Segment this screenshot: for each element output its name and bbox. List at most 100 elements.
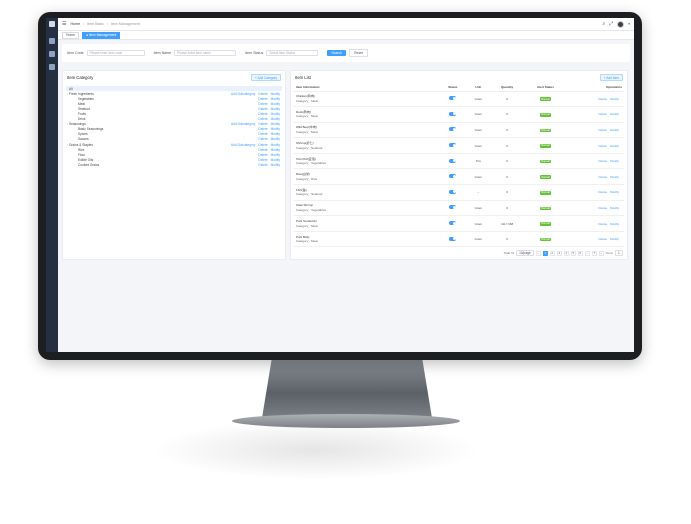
caret-right-icon[interactable]: › <box>67 143 68 147</box>
modify-link[interactable]: Modify <box>610 112 619 116</box>
page-button[interactable]: ‹ <box>535 250 541 256</box>
add-subcategory-link[interactable]: Add Subcategory <box>231 92 255 96</box>
modify-link[interactable]: Modify <box>271 92 280 96</box>
delete-link[interactable]: Delete <box>598 175 607 179</box>
modify-link[interactable]: Modify <box>271 112 280 116</box>
operations-cell: Delete Modify <box>567 137 624 154</box>
modify-link[interactable]: Modify <box>271 127 280 131</box>
fullscreen-icon[interactable]: ⤢ <box>609 21 613 27</box>
delete-link[interactable]: Delete <box>598 112 607 116</box>
modify-link[interactable]: Modify <box>271 148 280 152</box>
modify-link[interactable]: Modify <box>271 163 280 167</box>
items-nav-icon[interactable] <box>49 64 55 70</box>
status-toggle[interactable] <box>449 127 457 132</box>
goto-label: Go to <box>605 251 613 255</box>
avatar[interactable] <box>617 20 625 28</box>
delete-link[interactable]: Delete <box>598 206 607 210</box>
delete-link[interactable]: Delete <box>258 117 267 121</box>
page-button[interactable]: 5 <box>570 250 576 256</box>
delete-link[interactable]: Delete <box>258 97 267 101</box>
reset-button[interactable]: Reset <box>349 49 368 57</box>
modify-link[interactable]: Modify <box>610 128 619 132</box>
modify-link[interactable]: Modify <box>271 158 280 162</box>
delete-link[interactable]: Delete <box>598 222 607 226</box>
menu-toggle-icon[interactable]: ☰ <box>62 21 66 27</box>
modify-link[interactable]: Modify <box>610 97 619 101</box>
page-button[interactable]: 3 <box>556 250 562 256</box>
tab-item-management[interactable]: ● Item Management <box>82 31 121 39</box>
item-name-input[interactable]: Please enter item name <box>174 50 237 56</box>
status-toggle[interactable] <box>449 158 457 163</box>
delete-link[interactable]: Delete <box>258 127 267 131</box>
breadcrumb-parent[interactable]: Item Basic <box>87 22 104 26</box>
caret-right-icon[interactable]: › <box>67 122 68 126</box>
add-category-button[interactable]: + Add Category <box>250 74 281 81</box>
page-button[interactable]: 4 <box>563 250 569 256</box>
delete-link[interactable]: Delete <box>598 159 607 163</box>
status-toggle[interactable] <box>449 174 457 179</box>
item-code-input[interactable]: Please enter item code <box>86 50 145 56</box>
search-icon[interactable]: ⌕ <box>602 21 605 27</box>
page-button[interactable]: ... <box>584 250 590 256</box>
modify-link[interactable]: Modify <box>610 159 619 163</box>
caret-right-icon[interactable]: › <box>67 92 68 96</box>
tree-node[interactable]: Cooked Grains Delete Modify <box>66 162 282 167</box>
tab-home[interactable]: Home <box>62 31 80 39</box>
page-button[interactable]: › <box>598 250 604 256</box>
modify-link[interactable]: Modify <box>610 175 619 179</box>
status-toggle[interactable] <box>449 96 457 101</box>
delete-link[interactable]: Delete <box>598 237 607 241</box>
delete-link[interactable]: Delete <box>258 153 267 157</box>
delete-link[interactable]: Delete <box>258 158 267 162</box>
home-nav-icon[interactable] <box>49 38 55 44</box>
page-button[interactable]: 6 <box>577 250 583 256</box>
search-button[interactable]: Search <box>327 50 347 56</box>
delete-link[interactable]: Delete <box>258 163 267 167</box>
add-subcategory-link[interactable]: Add Subcategory <box>231 122 255 126</box>
modify-link[interactable]: Modify <box>271 117 280 121</box>
modify-link[interactable]: Modify <box>610 222 619 226</box>
breadcrumb-home[interactable]: Home <box>70 22 80 26</box>
status-toggle[interactable] <box>449 221 457 226</box>
delete-link[interactable]: Delete <box>258 112 267 116</box>
delete-link[interactable]: Delete <box>258 122 267 126</box>
status-toggle[interactable] <box>449 189 457 194</box>
modify-link[interactable]: Modify <box>610 206 619 210</box>
delete-link[interactable]: Delete <box>258 132 267 136</box>
modify-link[interactable]: Modify <box>271 102 280 106</box>
delete-link[interactable]: Delete <box>598 128 607 132</box>
delete-link[interactable]: Delete <box>258 137 267 141</box>
delete-link[interactable]: Delete <box>598 97 607 101</box>
modify-link[interactable]: Modify <box>271 143 280 147</box>
modify-link[interactable]: Modify <box>271 153 280 157</box>
page-button[interactable]: 2 <box>549 250 555 256</box>
goto-input[interactable]: 1 <box>615 250 623 256</box>
modify-link[interactable]: Modify <box>271 122 280 126</box>
delete-link[interactable]: Delete <box>258 143 267 147</box>
settings-nav-icon[interactable] <box>49 51 55 57</box>
delete-link[interactable]: Delete <box>258 92 267 96</box>
chevron-down-icon[interactable]: ▾ <box>628 22 630 26</box>
status-toggle[interactable] <box>449 236 457 241</box>
delete-link[interactable]: Delete <box>598 190 607 194</box>
status-toggle[interactable] <box>449 143 457 148</box>
page-button[interactable]: 7 <box>591 250 597 256</box>
modify-link[interactable]: Modify <box>271 97 280 101</box>
modify-link[interactable]: Modify <box>271 107 280 111</box>
modify-link[interactable]: Modify <box>271 137 280 141</box>
delete-link[interactable]: Delete <box>258 102 267 106</box>
page-size-select[interactable]: 10/page <box>516 250 534 256</box>
item-status-select[interactable]: Select item Status <box>266 50 319 56</box>
delete-link[interactable]: Delete <box>258 148 267 152</box>
add-subcategory-link[interactable]: Add Subcategory <box>231 143 255 147</box>
delete-link[interactable]: Delete <box>598 144 607 148</box>
modify-link[interactable]: Modify <box>271 132 280 136</box>
modify-link[interactable]: Modify <box>610 144 619 148</box>
modify-link[interactable]: Modify <box>610 190 619 194</box>
status-toggle[interactable] <box>449 111 457 116</box>
page-button[interactable]: 1 <box>542 250 548 256</box>
add-item-button[interactable]: + Add Item <box>599 74 623 81</box>
modify-link[interactable]: Modify <box>610 237 619 241</box>
delete-link[interactable]: Delete <box>258 107 267 111</box>
status-toggle[interactable] <box>449 205 457 210</box>
